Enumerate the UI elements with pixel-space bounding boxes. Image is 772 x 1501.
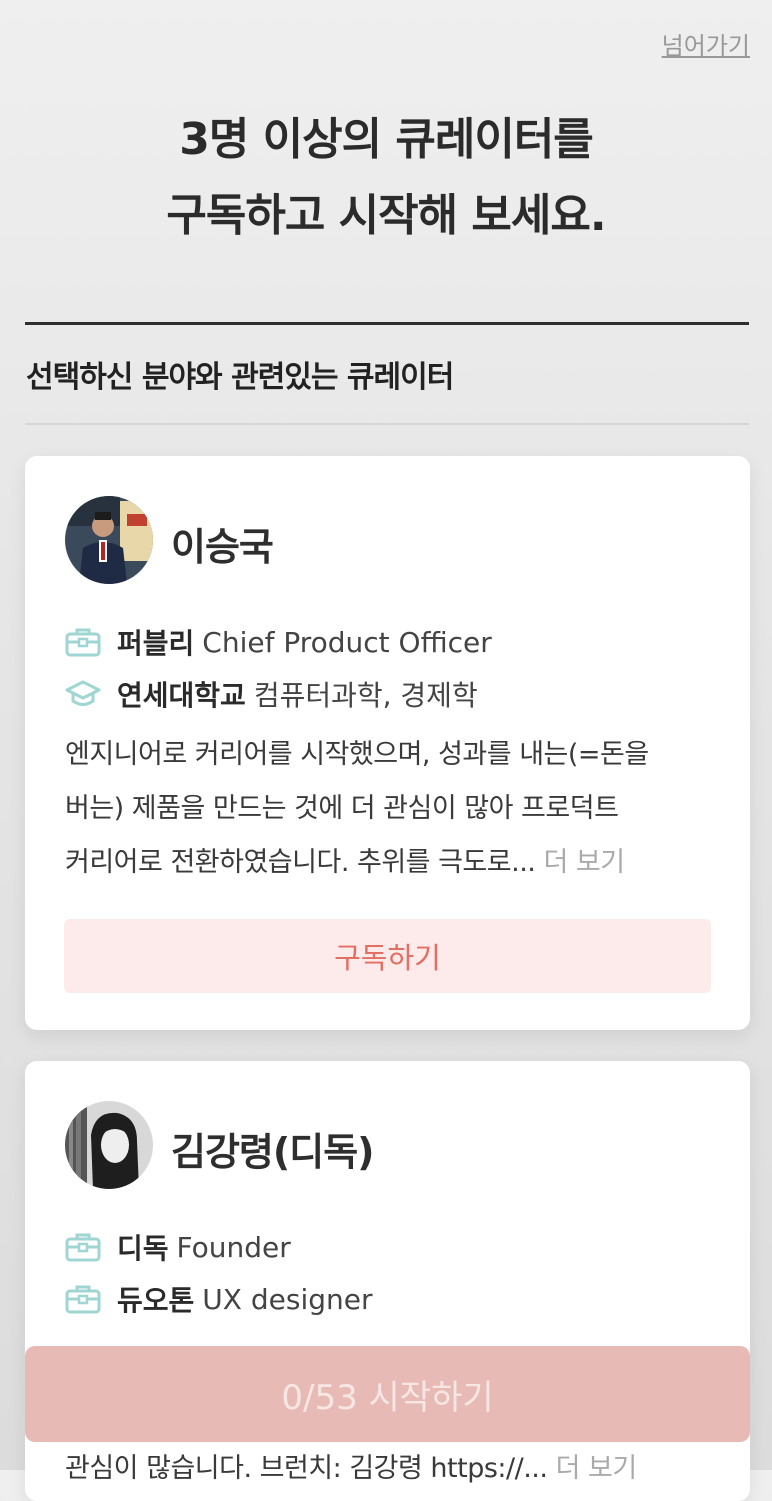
graduation-cap-icon	[65, 679, 101, 709]
briefcase-icon	[65, 1232, 101, 1262]
avatar-photo-icon	[65, 496, 153, 584]
avatar[interactable]	[65, 496, 153, 584]
organization-name: 퍼블리	[117, 627, 195, 660]
curator-name: 이승국	[171, 525, 274, 569]
avatar-photo-icon	[65, 1101, 153, 1189]
section-title: 선택하신 분야와 관련있는 큐레이터	[26, 360, 454, 395]
subscribe-button[interactable]: 구독하기	[64, 919, 711, 993]
briefcase-icon	[65, 627, 101, 657]
career-row: 퍼블리 Chief Product Officer	[65, 622, 492, 662]
description-line: 엔지니어로 커리어를 시작했으며, 성과를 내는(=돈을	[65, 739, 649, 770]
briefcase-icon	[65, 1284, 101, 1314]
headline-line-1: 3명 이상의 큐레이터를	[179, 114, 594, 165]
organization-name: 디독	[117, 1232, 169, 1265]
more-link[interactable]: 더 보기	[556, 1453, 638, 1484]
education-row: 연세대학교 컴퓨터과학, 경제학	[65, 674, 478, 714]
role-text: UX designer	[202, 1282, 373, 1316]
curator-description: 엔지니어로 커리어를 시작했으며, 성과를 내는(=돈을 버는) 제품을 만드는…	[65, 728, 705, 890]
section-divider-bottom	[25, 423, 749, 425]
major-text: 컴퓨터과학, 경제학	[253, 679, 478, 712]
role-text: Founder	[176, 1230, 291, 1264]
description-line: 커리어로 전환하였습니다. 추위를 극도로... 더 보기	[65, 847, 625, 878]
organization-name: 듀오톤	[117, 1284, 195, 1317]
more-link[interactable]: 더 보기	[543, 847, 625, 878]
headline-line-2: 구독하고 시작해 보세요.	[166, 190, 606, 241]
description-line: 버는) 제품을 만드는 것에 더 관심이 많아 프로덕트	[65, 793, 619, 824]
role-text: Chief Product Officer	[202, 625, 492, 659]
skip-link[interactable]: 넘어가기	[662, 26, 750, 61]
avatar[interactable]	[65, 1101, 153, 1189]
curator-card: 이승국 퍼블리 Chief Product Officer 연세대학교 컴퓨터과…	[25, 456, 750, 1030]
school-name: 연세대학교	[117, 679, 246, 712]
curator-description: 관심이 많습니다. 브런치: 김강령 https://... 더 보기	[65, 1453, 638, 1484]
start-button[interactable]: 0/53 시작하기	[25, 1346, 750, 1442]
curator-name: 김강령(디독)	[171, 1130, 375, 1174]
career-row: 디독 Founder	[65, 1227, 291, 1267]
page-headline: 3명 이상의 큐레이터를 구독하고 시작해 보세요.	[0, 102, 772, 254]
career-row: 듀오톤 UX designer	[65, 1279, 372, 1319]
section-divider-top	[25, 322, 749, 325]
